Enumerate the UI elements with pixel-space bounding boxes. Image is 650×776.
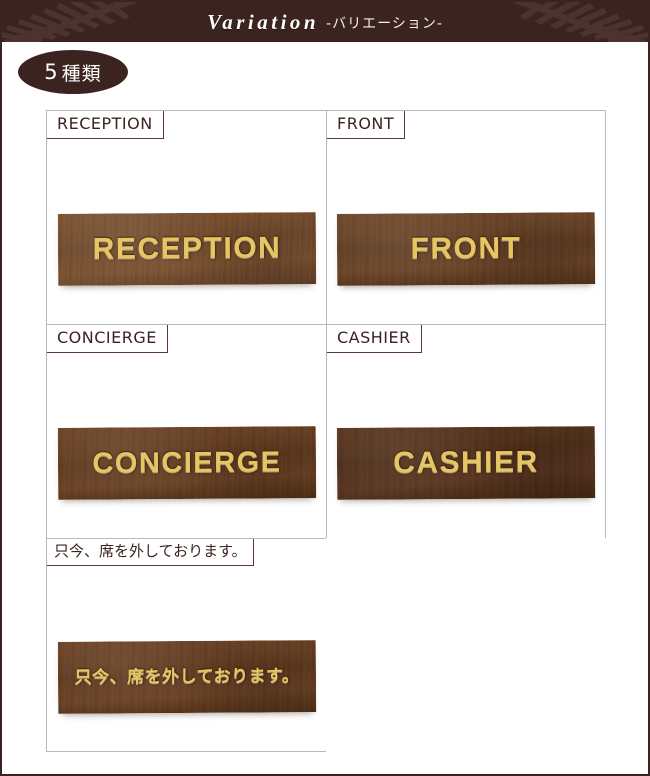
variation-label-front: FRONT	[327, 111, 406, 140]
variation-grid-row: 只今、席を外しております。 只今、席を外しております。	[46, 538, 606, 752]
plaque-engraved-text: FRONT	[410, 231, 522, 266]
plaque-area-away-message: 只今、席を外しております。	[47, 607, 326, 747]
plaque-engraved-text: 只今、席を外しております。	[74, 665, 299, 688]
wood-plaque-reception: RECEPTION	[57, 212, 316, 286]
header-title: Variation -バリエーション-	[2, 2, 648, 42]
variation-label-away-message: 只今、席を外しております。	[47, 539, 254, 567]
plaque-area-front: FRONT	[327, 179, 605, 319]
variation-grid-row: CONCIERGE CONCIERGE CASHIER CASHIER	[46, 324, 606, 538]
variation-grid-row: RECEPTION RECEPTION FRONT FRONT	[46, 110, 606, 324]
page-header: Variation -バリエーション-	[2, 2, 648, 42]
variation-label-cashier: CASHIER	[327, 325, 422, 354]
variation-page: Variation -バリエーション- 5 種類 RECEPTION RECEPT…	[0, 0, 650, 776]
variation-cell-away-message: 只今、席を外しております。 只今、席を外しております。	[46, 538, 326, 752]
variation-label-reception: RECEPTION	[47, 111, 164, 140]
plaque-engraved-text: CONCIERGE	[91, 445, 282, 480]
plaque-engraved-text: CASHIER	[393, 445, 539, 480]
variation-cell-empty	[326, 538, 606, 752]
variation-cell-front: FRONT FRONT	[326, 110, 606, 324]
variation-cell-concierge: CONCIERGE CONCIERGE	[46, 324, 326, 538]
plaque-area-reception: RECEPTION	[47, 179, 326, 319]
variation-count-badge: 5 種類	[18, 50, 128, 94]
variation-cell-cashier: CASHIER CASHIER	[326, 324, 606, 538]
variation-label-concierge: CONCIERGE	[47, 325, 168, 354]
header-title-en: Variation	[207, 9, 320, 34]
plaque-area-cashier: CASHIER	[327, 393, 605, 533]
variation-cell-reception: RECEPTION RECEPTION	[46, 110, 326, 324]
wood-plaque-concierge: CONCIERGE	[57, 426, 316, 500]
wood-plaque-cashier: CASHIER	[336, 426, 596, 500]
badge-ellipse: 5 種類	[18, 50, 128, 94]
badge-unit: 種類	[61, 62, 102, 85]
variation-grid: RECEPTION RECEPTION FRONT FRONT CONCIERG…	[46, 110, 606, 752]
wood-plaque-front: FRONT	[336, 212, 596, 286]
header-title-jp: -バリエーション-	[326, 16, 443, 32]
plaque-area-concierge: CONCIERGE	[47, 393, 326, 533]
plaque-engraved-text: RECEPTION	[92, 231, 281, 266]
badge-number: 5	[44, 60, 59, 84]
wood-plaque-away-message: 只今、席を外しております。	[57, 640, 316, 714]
